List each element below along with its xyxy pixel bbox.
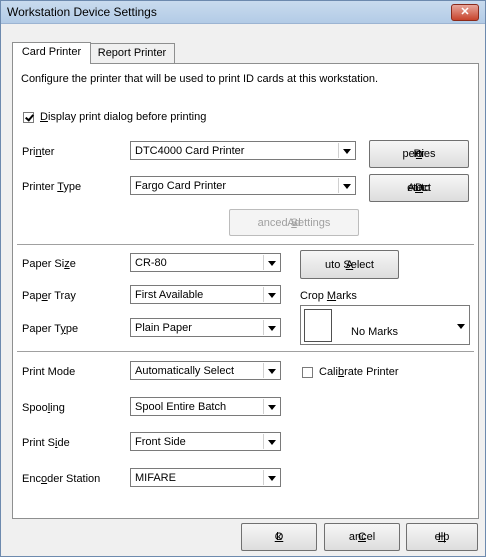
crop-marks-select[interactable]: No Marks	[300, 305, 470, 345]
paper-tray-label: Paper Tray	[22, 290, 76, 302]
print-side-select[interactable]: Front Side	[130, 432, 281, 451]
chevron-down-icon[interactable]	[263, 434, 279, 449]
tab-label: Card Printer	[21, 46, 82, 58]
printer-type-select[interactable]: Fargo Card Printer	[130, 176, 356, 195]
paper-tray-value: First Available	[135, 289, 204, 301]
tab-report-printer[interactable]: Report Printer	[89, 43, 175, 63]
spooling-value: Spool Entire Batch	[135, 401, 227, 413]
paper-tray-select[interactable]: First Available	[130, 285, 281, 304]
tab-card-printer[interactable]: Card Printer	[12, 42, 91, 64]
chevron-down-icon[interactable]	[263, 470, 279, 485]
print-mode-value: Automatically Select	[135, 365, 235, 377]
auto-select-button[interactable]: Auto Select	[300, 250, 399, 279]
advanced-settings-button[interactable]: Ad v anced Settings	[229, 209, 359, 236]
crop-marks-label: Crop Marks	[300, 290, 357, 302]
chevron-down-icon[interactable]	[338, 178, 354, 193]
help-button[interactable]: Help	[406, 523, 478, 551]
properties-button[interactable]: Pr o perties	[369, 140, 469, 168]
encoder-station-select[interactable]: MIFARE	[130, 468, 281, 487]
close-button[interactable]: ✕	[451, 4, 479, 21]
cancel-button[interactable]: Cancel	[324, 523, 400, 551]
window-title: Workstation Device Settings	[7, 5, 157, 19]
paper-type-select[interactable]: Plain Paper	[130, 318, 281, 337]
printer-type-label: Printer Type	[22, 181, 82, 193]
crop-marks-value: No Marks	[351, 326, 399, 338]
description-text: Configure the printer that will be used …	[21, 73, 379, 85]
chevron-down-icon[interactable]	[263, 399, 279, 414]
chevron-down-icon[interactable]	[338, 143, 354, 158]
print-side-label: Print Side	[22, 437, 70, 449]
tab-label: Report Printer	[97, 47, 167, 59]
printer-type-value: Fargo Card Printer	[135, 180, 227, 192]
print-side-value: Front Side	[135, 436, 186, 448]
separator	[17, 351, 474, 353]
ok-button[interactable]: Ok	[241, 523, 317, 551]
paper-type-value: Plain Paper	[135, 322, 192, 334]
paper-size-select[interactable]: CR-80	[130, 253, 281, 272]
crop-marks-preview	[304, 309, 332, 342]
spooling-label: Spooling	[22, 402, 65, 414]
spooling-select[interactable]: Spool Entire Batch	[130, 397, 281, 416]
close-icon: ✕	[460, 6, 470, 18]
calibrate-printer-label[interactable]: Calibrate Printer	[319, 366, 399, 378]
display-dialog-label[interactable]: Display print dialog before printing	[40, 111, 206, 123]
chevron-down-icon[interactable]	[263, 255, 279, 270]
card-printer-panel: Configure the printer that will be used …	[12, 63, 479, 519]
print-mode-label: Print Mode	[22, 366, 76, 378]
display-dialog-checkbox[interactable]	[23, 112, 34, 123]
chevron-down-icon[interactable]	[453, 318, 468, 333]
chevron-down-icon[interactable]	[263, 287, 279, 302]
chevron-down-icon[interactable]	[263, 363, 279, 378]
separator	[17, 244, 474, 246]
calibrate-printer-checkbox[interactable]	[302, 367, 313, 378]
title-bar[interactable]: Workstation Device Settings ✕	[1, 1, 485, 24]
encoder-station-label: Encoder Station	[22, 473, 101, 485]
printer-label: Printer	[22, 146, 55, 158]
paper-size-label: Paper Size	[22, 258, 76, 270]
auto-detect-button[interactable]: Auto Detect	[369, 174, 469, 202]
printer-value: DTC4000 Card Printer	[135, 145, 245, 157]
encoder-station-value: MIFARE	[135, 472, 176, 484]
print-mode-select[interactable]: Automatically Select	[130, 361, 281, 380]
paper-size-value: CR-80	[135, 257, 167, 269]
printer-select[interactable]: DTC4000 Card Printer	[130, 141, 356, 160]
chevron-down-icon[interactable]	[263, 320, 279, 335]
paper-type-label: Paper Type	[22, 323, 79, 335]
dialog-window: Workstation Device Settings ✕ Card Print…	[0, 0, 486, 557]
